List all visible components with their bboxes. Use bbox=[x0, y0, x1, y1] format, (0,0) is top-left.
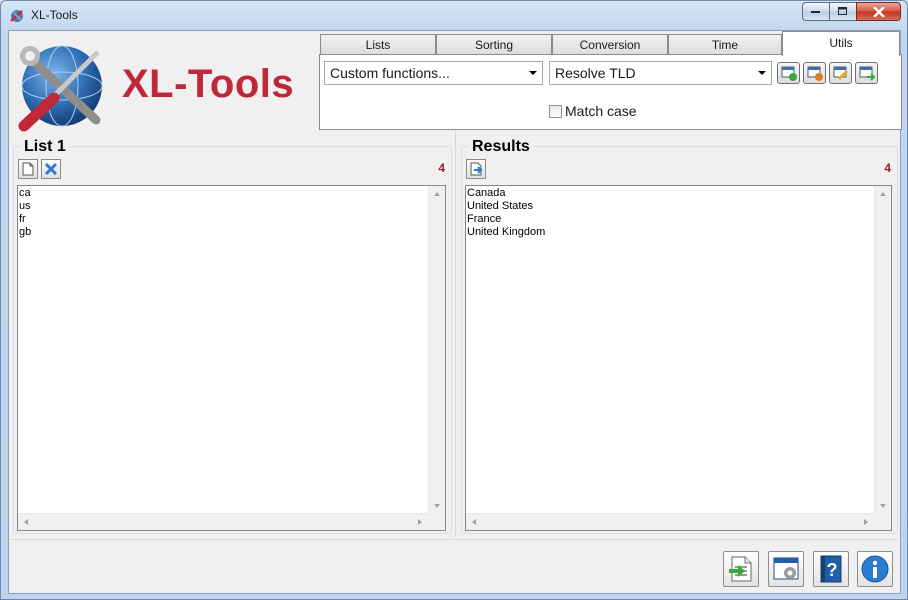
match-case-label: Match case bbox=[565, 103, 637, 119]
list-item: us bbox=[19, 200, 31, 212]
close-button[interactable] bbox=[856, 2, 901, 21]
vertical-scrollbar[interactable] bbox=[428, 186, 445, 514]
separator bbox=[11, 539, 898, 540]
list1-group: List 1 4 ca us fr gb bbox=[13, 138, 452, 534]
main-panel: XL-Tools Lists Sorting Conversion Time U… bbox=[8, 30, 902, 594]
close-icon bbox=[872, 6, 885, 17]
new-document-icon bbox=[22, 162, 34, 176]
list-item: ca bbox=[19, 187, 31, 199]
window-title: XL-Tools bbox=[31, 8, 78, 22]
export-icon bbox=[729, 556, 752, 582]
remove-icon bbox=[807, 66, 823, 81]
function-select[interactable]: Custom functions... bbox=[324, 61, 543, 85]
vertical-scrollbar[interactable] bbox=[874, 186, 891, 514]
maximize-button[interactable] bbox=[829, 2, 856, 21]
scroll-up-icon[interactable] bbox=[880, 192, 886, 196]
list-item: gb bbox=[19, 226, 32, 238]
results-group: Results 4 Canada United States France Un… bbox=[461, 138, 898, 534]
logo: XL-Tools bbox=[14, 36, 314, 132]
settings-icon bbox=[773, 557, 799, 580]
help-button[interactable]: ? bbox=[813, 551, 849, 587]
tab-sorting[interactable]: Sorting bbox=[436, 34, 552, 55]
export-button[interactable] bbox=[723, 551, 759, 587]
list1-new-button[interactable] bbox=[18, 159, 38, 179]
utils-panel: Custom functions... Resolve TLD Match ca… bbox=[319, 54, 902, 130]
list1-title: List 1 bbox=[20, 138, 70, 156]
settings-button[interactable] bbox=[768, 551, 804, 587]
edit-icon bbox=[833, 66, 849, 81]
help-icon: ? bbox=[820, 555, 842, 583]
tab-lists[interactable]: Lists bbox=[320, 34, 436, 55]
edit-button[interactable] bbox=[829, 62, 852, 84]
horizontal-scrollbar[interactable] bbox=[18, 513, 428, 530]
maximize-icon bbox=[838, 7, 847, 15]
scroll-down-icon[interactable] bbox=[434, 504, 440, 508]
function-select-value: Custom functions... bbox=[330, 65, 450, 81]
results-items: Canada United States France United Kingd… bbox=[467, 187, 545, 239]
scroll-right-icon[interactable] bbox=[418, 519, 422, 525]
app-window: XL-Tools XL-Tools Lists Sorting Conversi… bbox=[0, 0, 908, 600]
tab-conversion[interactable]: Conversion bbox=[552, 34, 668, 55]
list1-items: ca us fr gb bbox=[19, 187, 31, 239]
list-item: fr bbox=[19, 213, 26, 225]
scroll-corner bbox=[428, 513, 445, 530]
splitter[interactable] bbox=[455, 131, 456, 537]
apply-button[interactable] bbox=[855, 62, 878, 84]
utility-select-value: Resolve TLD bbox=[555, 65, 636, 81]
scroll-left-icon[interactable] bbox=[24, 519, 28, 525]
logo-globe-icon bbox=[18, 45, 103, 132]
about-button[interactable] bbox=[857, 551, 893, 587]
scroll-right-icon[interactable] bbox=[864, 519, 868, 525]
apply-icon bbox=[859, 66, 875, 81]
list1-count: 4 bbox=[438, 161, 445, 175]
title-bar[interactable]: XL-Tools bbox=[1, 1, 907, 30]
chevron-down-icon bbox=[758, 71, 766, 75]
scroll-down-icon[interactable] bbox=[880, 504, 886, 508]
list-item: France bbox=[467, 213, 502, 225]
app-icon bbox=[9, 8, 25, 24]
info-icon bbox=[861, 555, 889, 583]
results-title: Results bbox=[468, 138, 534, 156]
remove-button[interactable] bbox=[803, 62, 826, 84]
scroll-left-icon[interactable] bbox=[472, 519, 476, 525]
results-count: 4 bbox=[884, 161, 891, 175]
list-item: Canada bbox=[467, 187, 506, 199]
clear-icon bbox=[44, 162, 58, 176]
copy-to-icon bbox=[470, 162, 483, 176]
checkbox-box[interactable] bbox=[549, 104, 562, 118]
scroll-corner bbox=[874, 513, 891, 530]
scroll-up-icon[interactable] bbox=[434, 192, 440, 196]
results-copy-button[interactable] bbox=[466, 159, 486, 179]
tab-time[interactable]: Time bbox=[668, 34, 782, 55]
chevron-down-icon bbox=[529, 71, 537, 75]
minimize-button[interactable] bbox=[802, 2, 829, 21]
list-item: United Kingdom bbox=[467, 226, 546, 238]
minimize-icon bbox=[811, 10, 820, 13]
svg-text:?: ? bbox=[827, 560, 838, 580]
horizontal-scrollbar[interactable] bbox=[466, 513, 874, 530]
results-textbox[interactable]: Canada United States France United Kingd… bbox=[465, 185, 892, 531]
logo-text: XL-Tools bbox=[122, 62, 295, 106]
list1-textbox[interactable]: ca us fr gb bbox=[17, 185, 446, 531]
add-button[interactable] bbox=[777, 62, 800, 84]
utility-select[interactable]: Resolve TLD bbox=[549, 61, 772, 85]
list1-clear-button[interactable] bbox=[41, 159, 61, 179]
add-icon bbox=[781, 66, 797, 81]
match-case-checkbox[interactable]: Match case bbox=[549, 103, 637, 119]
list-item: United States bbox=[467, 200, 534, 212]
tab-utils[interactable]: Utils bbox=[782, 31, 900, 56]
